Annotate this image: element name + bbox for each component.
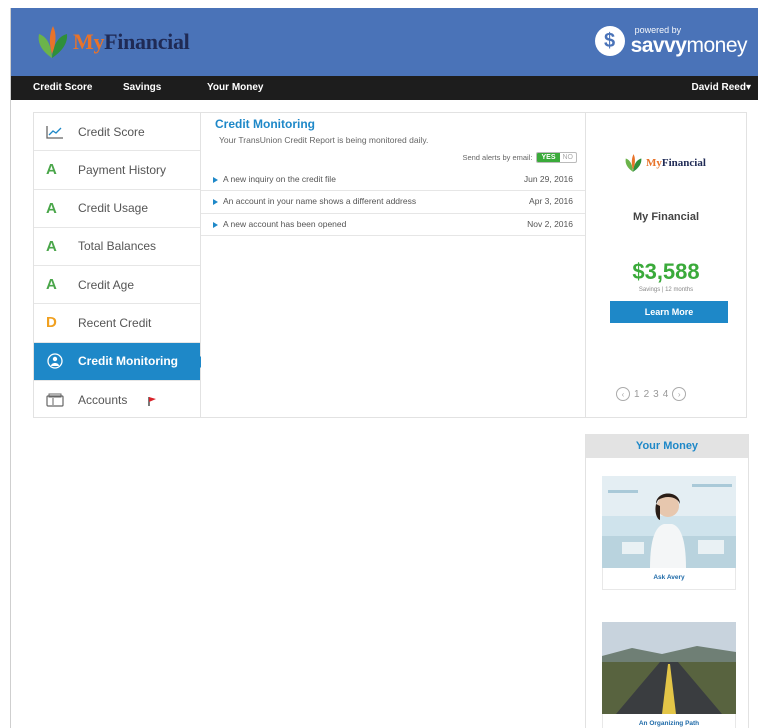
grade-badge: D — [46, 314, 57, 332]
event-text: A new account has been opened — [223, 218, 347, 229]
grade-badge: A — [46, 199, 57, 217]
credit-monitoring-panel: Credit Monitoring Your TransUnion Credit… — [201, 112, 585, 418]
promo-logo-financial: Financial — [661, 157, 706, 169]
partner-savvy: savvy — [630, 34, 687, 57]
previous-arrow-icon[interactable]: ‹ — [616, 387, 630, 401]
sidebar-item-credit-usage[interactable]: A Credit Usage — [34, 190, 200, 228]
logo-my: My — [73, 29, 105, 54]
learn-more-button[interactable]: Learn More — [610, 301, 728, 323]
logo-text: MyFinancial — [73, 29, 190, 55]
email-alerts-toggle[interactable]: YES NO — [536, 152, 577, 163]
page-4[interactable]: 4 — [663, 389, 669, 400]
credit-sidebar: Credit Score A Payment History A Credit … — [33, 112, 206, 419]
toggle-yes[interactable]: YES — [537, 153, 560, 162]
leaf-logo-icon — [33, 24, 71, 60]
sidebar-item-credit-age[interactable]: A Credit Age — [34, 266, 200, 305]
savvymoney-dollar-icon: $ — [594, 26, 625, 56]
sidebar-item-label: Recent Credit — [78, 315, 152, 330]
grade-badge: A — [46, 161, 57, 179]
promo-logo: MyFinancial — [622, 153, 706, 173]
article-card[interactable]: Ask Avery — [602, 476, 736, 590]
sidebar-item-label: Payment History — [78, 162, 167, 177]
sidebar-item-credit-score[interactable]: Credit Score — [34, 113, 200, 152]
next-arrow-icon[interactable]: › — [672, 387, 687, 401]
article-card[interactable]: An Organizing Path — [602, 622, 736, 728]
page-1[interactable]: 1 — [634, 389, 640, 400]
event-date: Apr 3, 2016 — [529, 196, 573, 207]
email-alerts-setting: Send alerts by email: YES NO — [462, 152, 577, 163]
email-alerts-label: Send alerts by email: — [462, 153, 533, 162]
article-image-road — [602, 622, 736, 714]
partner-money: money — [686, 34, 747, 57]
user-menu[interactable]: David Reed▾ — [692, 82, 751, 93]
leaf-logo-icon — [625, 154, 642, 172]
article-caption: An Organizing Path — [602, 714, 736, 728]
top-navigation: Credit Score Savings Your Money David Re… — [11, 76, 758, 100]
sidebar-item-label: Credit Score — [78, 124, 145, 139]
list-item[interactable]: A new inquiry on the credit file Jun 29,… — [201, 169, 585, 192]
article-image-woman — [602, 476, 736, 568]
powered-by-label: powered by — [634, 25, 682, 35]
sidebar-item-label: Total Balances — [78, 239, 157, 254]
sidebar-item-total-balances[interactable]: A Total Balances — [34, 228, 200, 266]
promo-logo-text: MyFinancial — [646, 157, 706, 169]
sidebar-item-label: Accounts — [78, 392, 128, 407]
event-date: Jun 29, 2016 — [523, 174, 573, 184]
page-2[interactable]: 2 — [644, 389, 650, 400]
nav-credit-score[interactable]: Credit Score — [33, 82, 92, 93]
myfinancial-logo[interactable]: MyFinancial — [33, 22, 190, 62]
nav-savings[interactable]: Savings — [123, 82, 161, 93]
app-frame: MyFinancial $ powered by savvymoney Cred… — [10, 8, 758, 728]
carousel-pager: ‹ 1 2 3 4 › — [616, 387, 687, 401]
logo-financial: Financial — [104, 29, 190, 54]
your-money-title: Your Money — [586, 434, 748, 458]
article-caption: Ask Avery — [602, 568, 736, 590]
powered-text: powered by savvymoney — [630, 25, 748, 57]
savings-caption: Savings | 12 months — [638, 287, 694, 293]
list-item[interactable]: A new account has been opened Nov 2, 201… — [201, 214, 585, 237]
offer-carousel: MyFinancial My Financial $3,588 Savings … — [585, 112, 747, 418]
event-text: A new inquiry on the credit file — [223, 174, 336, 184]
partner-name: savvymoney — [630, 34, 748, 57]
event-date: Nov 2, 2016 — [527, 218, 573, 229]
grade-badge: A — [46, 276, 57, 294]
sidebar-item-credit-monitoring[interactable]: Credit Monitoring — [34, 342, 206, 381]
grade-badge: A — [46, 237, 57, 255]
savings-amount: $3,588 — [632, 259, 700, 284]
sidebar-item-payment-history[interactable]: A Payment History — [34, 151, 200, 190]
sidebar-item-label: Credit Monitoring — [78, 354, 178, 369]
monitoring-subtitle: Your TransUnion Credit Report is being m… — [219, 135, 429, 145]
toggle-no[interactable]: NO — [560, 153, 577, 162]
wallet-icon — [46, 392, 68, 408]
nav-your-money[interactable]: Your Money — [207, 82, 263, 93]
sidebar-item-label: Credit Age — [78, 277, 135, 292]
chart-line-icon — [46, 124, 68, 140]
promo-logo-my: My — [646, 157, 662, 169]
sidebar-item-accounts[interactable]: Accounts — [34, 381, 200, 419]
sidebar-item-label: Credit Usage — [78, 201, 149, 216]
monitoring-events-list: A new inquiry on the credit file Jun 29,… — [201, 169, 585, 237]
list-item[interactable]: An account in your name shows a differen… — [201, 191, 585, 214]
offer-name: My Financial — [632, 211, 700, 223]
powered-by-savvymoney[interactable]: $ powered by savvymoney — [594, 25, 748, 57]
event-text: An account in your name shows a differen… — [223, 196, 417, 207]
your-money-panel: Your Money Ask Avery An Organizing Path — [585, 434, 749, 728]
red-flag-icon — [147, 395, 157, 406]
shield-person-icon — [46, 353, 68, 369]
page-3[interactable]: 3 — [653, 389, 659, 400]
app-header: MyFinancial $ powered by savvymoney — [11, 8, 758, 76]
sidebar-item-recent-credit[interactable]: D Recent Credit — [34, 304, 200, 343]
page-title: Credit Monitoring — [215, 117, 315, 131]
